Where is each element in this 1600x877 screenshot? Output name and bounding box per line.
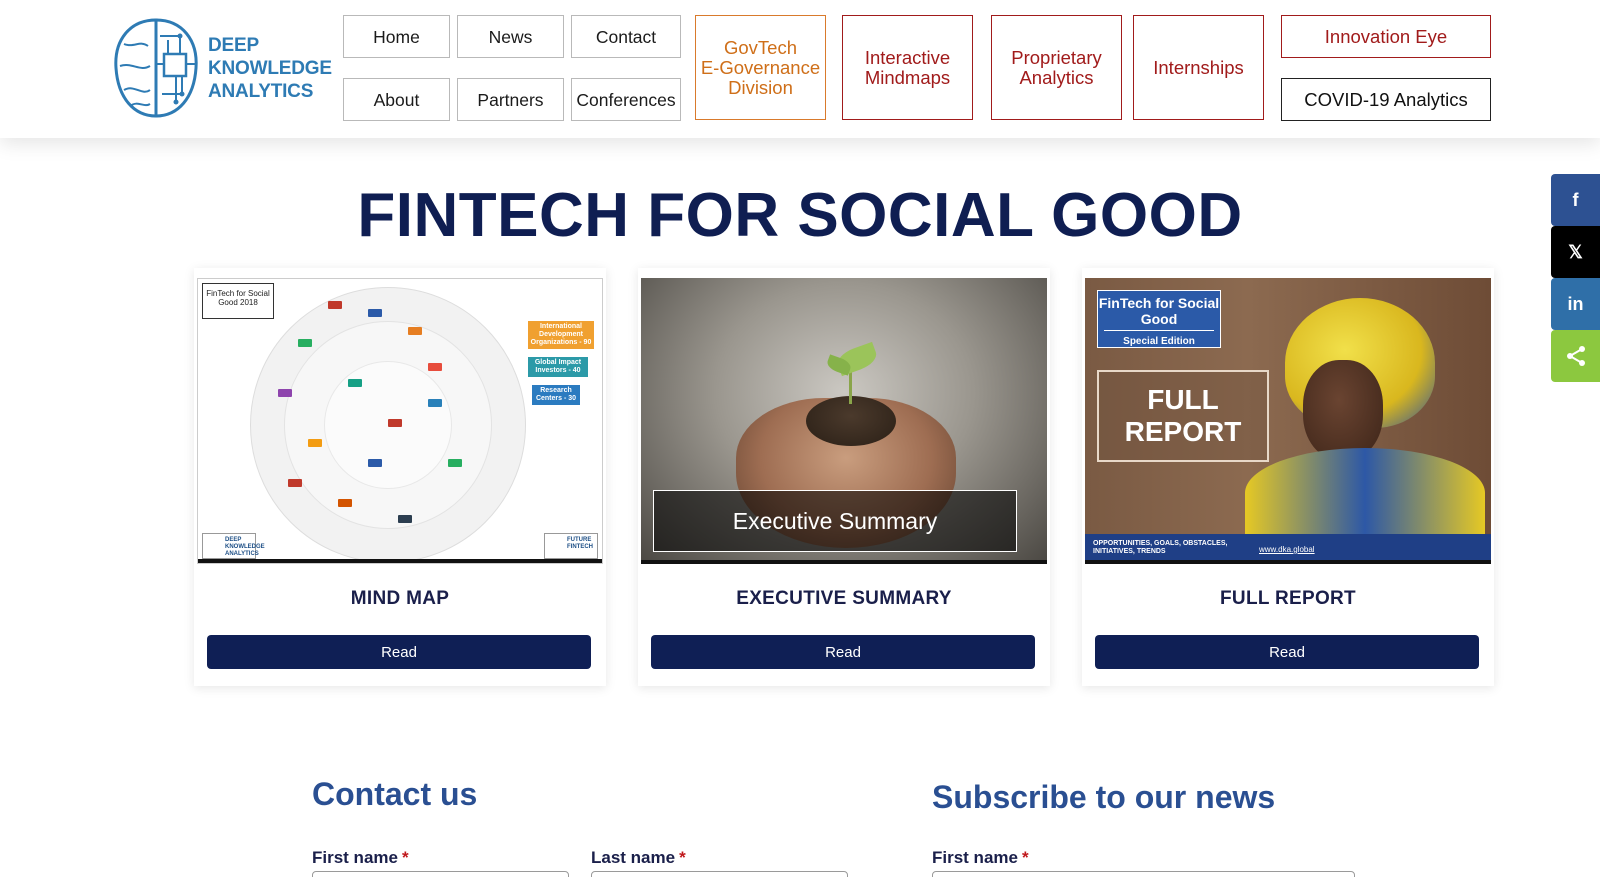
card-title: MIND MAP <box>350 588 450 609</box>
linkedin-share-icon[interactable]: in <box>1551 278 1600 330</box>
logo-mark <box>428 363 442 371</box>
contact-title: Contact us <box>312 776 478 812</box>
nav-innovation-eye[interactable]: Innovation Eye <box>1281 15 1491 58</box>
report-badge: FinTech for Social Good Special Edition <box>1097 290 1221 348</box>
logo-mark <box>428 399 442 407</box>
contact-last-name-label: Last name * <box>591 848 686 867</box>
share-icon[interactable] <box>1551 330 1600 382</box>
nav-govtech[interactable]: GovTech E-Governance Division <box>695 15 826 120</box>
future-fintech-corner-logo: FUTURE FINTECH <box>544 533 598 559</box>
card-mind-map: FinTech for Social Good 2018 Internation… <box>194 268 606 686</box>
facebook-share-icon[interactable]: f <box>1551 174 1600 226</box>
contact-last-name-input[interactable] <box>591 871 848 877</box>
logo-mark <box>368 459 382 467</box>
subscribe-first-name-label: First name * <box>932 848 1029 867</box>
read-mind-map-button[interactable]: Read <box>207 635 591 669</box>
logo-mark <box>338 499 352 507</box>
logo-mark <box>448 459 462 467</box>
mind-map-thumbnail[interactable]: FinTech for Social Good 2018 Internation… <box>197 278 603 564</box>
nav-interactive-mindmaps[interactable]: Interactive Mindmaps <box>842 15 973 120</box>
nav-news[interactable]: News <box>457 15 564 58</box>
report-url: www.dka.global <box>1259 545 1315 554</box>
mind-map-title-box: FinTech for Social Good 2018 <box>202 283 274 319</box>
card-executive-summary: Executive Summary EXECUTIVE SUMMARY Read <box>638 268 1050 686</box>
contact-first-name-input[interactable] <box>312 871 569 877</box>
full-report-thumbnail[interactable]: FinTech for Social Good Special Edition … <box>1085 278 1491 564</box>
nav-about[interactable]: About <box>343 78 450 121</box>
card-title: FULL REPORT <box>1220 588 1356 609</box>
logo-mark <box>288 479 302 487</box>
logo-mark <box>348 379 362 387</box>
nav-conferences[interactable]: Conferences <box>571 78 681 121</box>
card-full-report: FinTech for Social Good Special Edition … <box>1082 268 1494 686</box>
tag-research-centers: Research Centers - 30 <box>532 385 580 405</box>
share-nodes-icon <box>1566 346 1585 366</box>
site-header: DEEP KNOWLEDGE ANALYTICS Home News Conta… <box>0 0 1600 138</box>
logo-mark <box>398 515 412 523</box>
logo-mark <box>298 339 312 347</box>
tag-development-organizations: International Development Organizations … <box>528 321 594 349</box>
logo-mark <box>328 301 342 309</box>
logo-mark <box>408 327 422 335</box>
site-logo[interactable]: DEEP KNOWLEDGE ANALYTICS <box>110 14 332 122</box>
logo-mark <box>278 389 292 397</box>
subscribe-first-name-input[interactable] <box>932 871 1355 877</box>
nav-internships[interactable]: Internships <box>1133 15 1264 120</box>
nav-covid-analytics[interactable]: COVID-19 Analytics <box>1281 78 1491 121</box>
dress-illustration <box>1245 448 1485 538</box>
subscribe-title: Subscribe to our news <box>932 779 1276 815</box>
read-executive-summary-button[interactable]: Read <box>651 635 1035 669</box>
tag-impact-investors: Global Impact Investors - 40 <box>528 357 588 377</box>
logo-mark <box>308 439 322 447</box>
card-title: EXECUTIVE SUMMARY <box>736 588 952 609</box>
nav-proprietary-analytics[interactable]: Proprietary Analytics <box>991 15 1122 120</box>
executive-summary-thumbnail[interactable]: Executive Summary <box>641 278 1047 564</box>
executive-summary-overlay: Executive Summary <box>653 490 1017 552</box>
brain-chip-icon <box>114 18 198 118</box>
nav-partners[interactable]: Partners <box>457 78 564 121</box>
read-full-report-button[interactable]: Read <box>1095 635 1479 669</box>
logo-mark <box>388 419 402 427</box>
contact-first-name-label: First name * <box>312 848 409 867</box>
page-title: FINTECH FOR SOCIAL GOOD <box>357 181 1243 250</box>
nav-contact[interactable]: Contact <box>571 15 681 58</box>
logo-mark <box>368 309 382 317</box>
nav-home[interactable]: Home <box>343 15 450 58</box>
x-share-icon[interactable]: 𝕏 <box>1551 226 1600 278</box>
full-report-box: FULL REPORT <box>1097 370 1269 462</box>
logo-text: DEEP KNOWLEDGE ANALYTICS <box>208 35 332 102</box>
face-illustration <box>1303 360 1383 460</box>
dka-corner-logo: DEEP KNOWLEDGE ANALYTICS <box>202 533 265 559</box>
